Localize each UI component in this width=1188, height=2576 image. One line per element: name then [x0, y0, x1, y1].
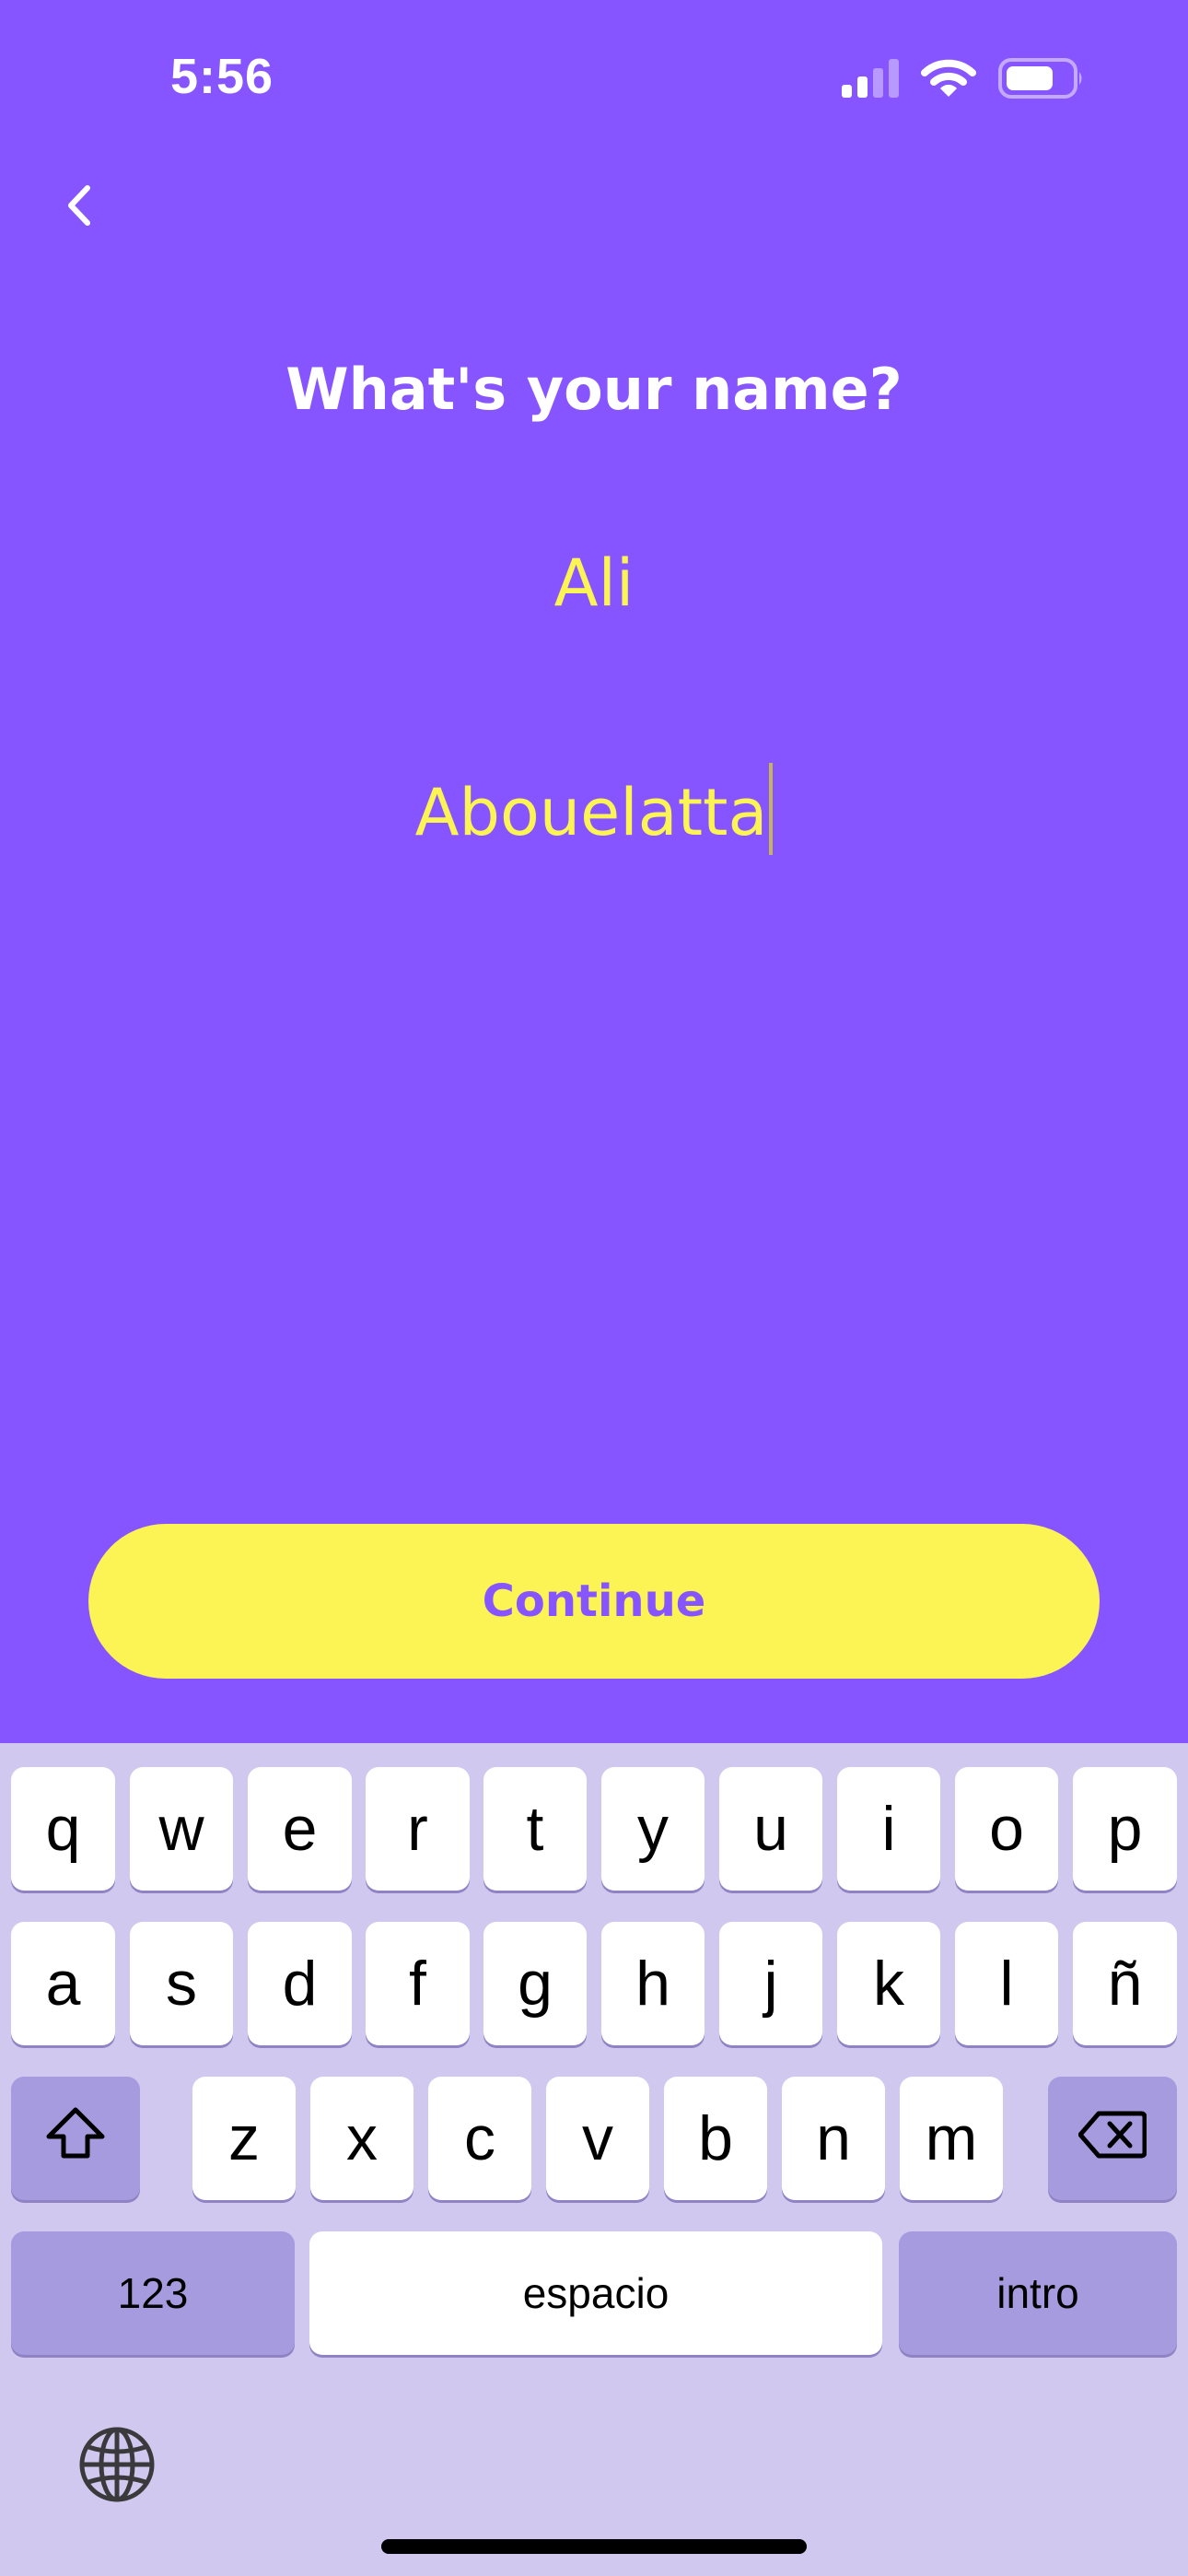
key-t[interactable]: t [483, 1767, 587, 1891]
name-entry-screen: 5:56 What's your name? Ali Abouelatta Co… [0, 0, 1188, 2576]
status-time: 5:56 [170, 49, 274, 104]
status-icons [842, 57, 1085, 103]
key-y[interactable]: y [601, 1767, 705, 1891]
key-u[interactable]: u [719, 1767, 822, 1891]
key-j[interactable]: j [719, 1922, 822, 2045]
first-name-value: Ali [553, 545, 635, 621]
key-n[interactable]: n [782, 2077, 885, 2200]
key-p[interactable]: p [1073, 1767, 1177, 1891]
space-key[interactable]: espacio [309, 2231, 882, 2355]
delete-key[interactable] [1048, 2077, 1177, 2200]
key-f[interactable]: f [366, 1922, 470, 2045]
key-s[interactable]: s [130, 1922, 233, 2045]
key-g[interactable]: g [483, 1922, 587, 2045]
last-name-field[interactable]: Abouelatta [0, 763, 1188, 855]
home-indicator[interactable] [381, 2539, 807, 2554]
last-name-value: Abouelatta [414, 775, 768, 850]
cellular-signal-icon [842, 59, 899, 101]
key-v[interactable]: v [546, 2077, 649, 2200]
key-i[interactable]: i [837, 1767, 940, 1891]
shift-icon [45, 2102, 106, 2174]
text-caret [769, 763, 774, 855]
continue-button[interactable]: Continue [88, 1524, 1100, 1679]
numbers-key[interactable]: 123 [11, 2231, 295, 2355]
key-w[interactable]: w [130, 1767, 233, 1891]
first-name-field[interactable]: Ali [0, 545, 1188, 621]
backspace-icon [1077, 2102, 1147, 2174]
key-b[interactable]: b [664, 2077, 767, 2200]
key-z[interactable]: z [192, 2077, 296, 2200]
battery-icon [998, 58, 1085, 102]
key-l[interactable]: l [955, 1922, 1058, 2045]
key-d[interactable]: d [248, 1922, 352, 2045]
key-e[interactable]: e [248, 1767, 352, 1891]
key-c[interactable]: c [428, 2077, 531, 2200]
page-title: What's your name? [285, 356, 903, 423]
key-a[interactable]: a [11, 1922, 115, 2045]
key-h[interactable]: h [601, 1922, 705, 2045]
continue-button-label: Continue [482, 1575, 706, 1627]
key-r[interactable]: r [366, 1767, 470, 1891]
wifi-icon [921, 58, 976, 102]
key-o[interactable]: o [955, 1767, 1058, 1891]
globe-icon [77, 2427, 157, 2508]
key-q[interactable]: q [11, 1767, 115, 1891]
return-key[interactable]: intro [899, 2231, 1177, 2355]
key-k[interactable]: k [837, 1922, 940, 2045]
key-x[interactable]: x [310, 2077, 413, 2200]
key-n-tilde[interactable]: ñ [1073, 1922, 1177, 2045]
language-switch-button[interactable] [77, 2425, 157, 2504]
shift-key[interactable] [11, 2077, 140, 2200]
key-m[interactable]: m [900, 2077, 1003, 2200]
back-button[interactable] [52, 175, 107, 240]
chevron-left-icon [65, 184, 93, 230]
